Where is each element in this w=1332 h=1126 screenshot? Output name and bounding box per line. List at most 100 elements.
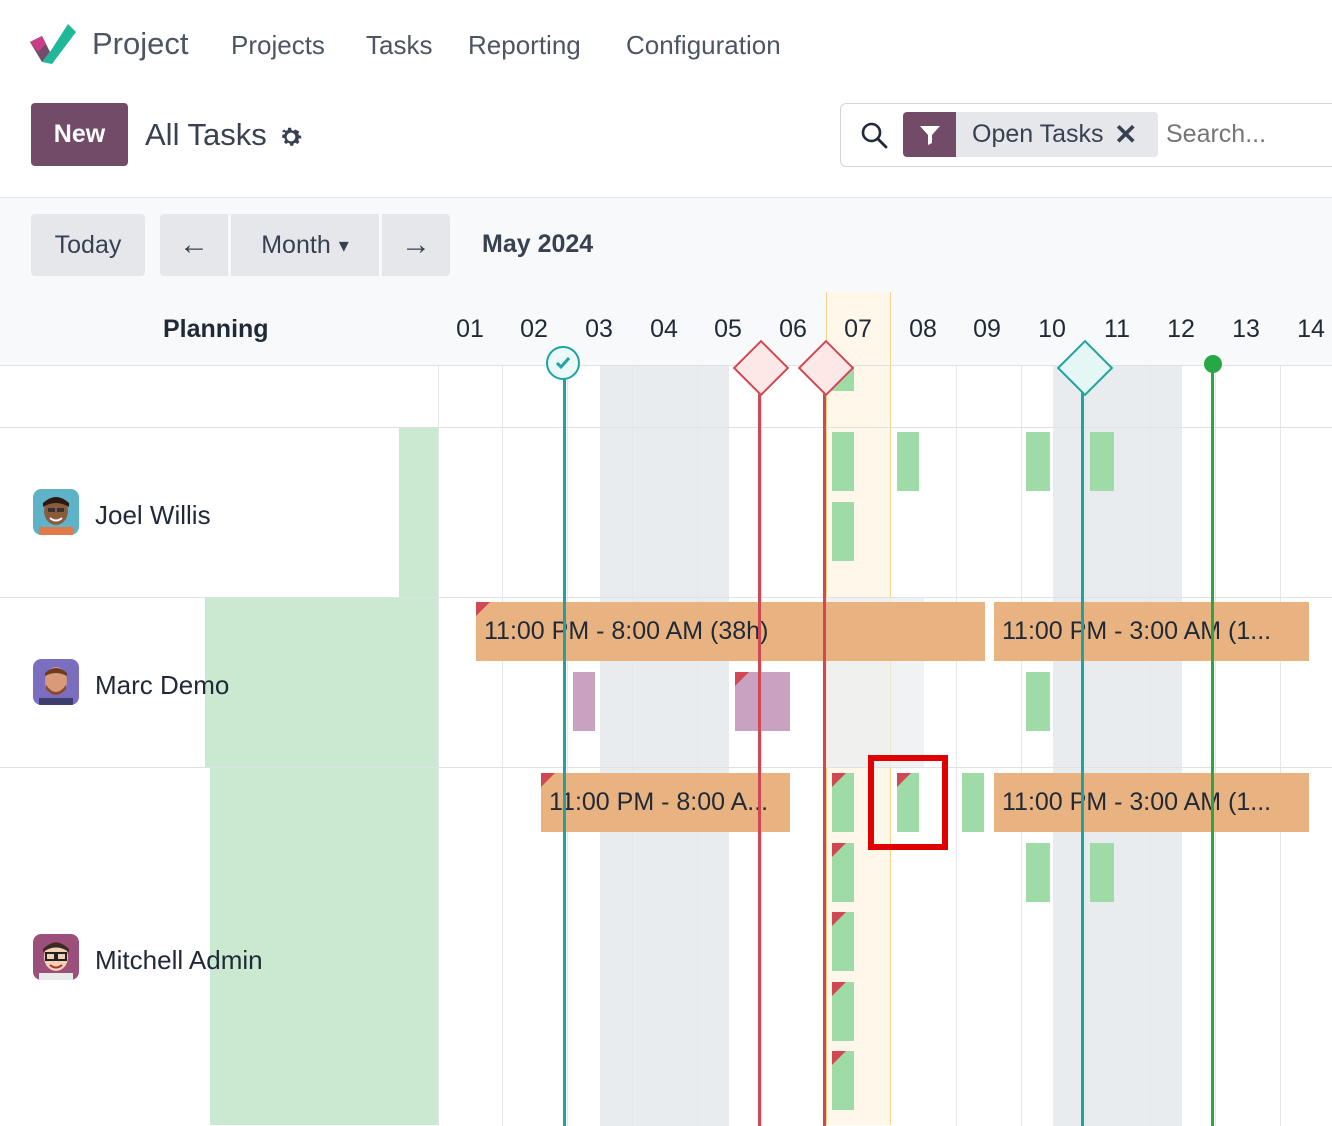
menu-configuration[interactable]: Configuration xyxy=(626,30,781,61)
deadline-flag-icon xyxy=(832,912,846,926)
grid-line xyxy=(1150,366,1151,1126)
deadline-flag-icon xyxy=(476,602,490,616)
today-button[interactable]: Today xyxy=(31,214,145,276)
menu-projects[interactable]: Projects xyxy=(231,30,325,61)
row-divider xyxy=(0,767,1332,768)
task-pill[interactable]: 11:00 PM - 3:00 AM (1... xyxy=(994,602,1309,661)
task-bar[interactable] xyxy=(1090,843,1114,902)
view-title: All Tasks xyxy=(145,117,267,152)
search-icon[interactable] xyxy=(860,121,888,149)
caret-down-icon: ▾ xyxy=(338,234,349,257)
deadline-line xyxy=(758,366,761,1126)
task-bar[interactable] xyxy=(735,672,790,731)
task-bar[interactable] xyxy=(897,432,919,491)
app-name[interactable]: Project xyxy=(92,26,188,62)
day-11: 11 xyxy=(1104,315,1130,343)
day-07: 07 xyxy=(844,315,872,343)
task-bar[interactable] xyxy=(1026,843,1050,902)
deadline-flag-icon xyxy=(735,672,749,686)
planning-header: Planning xyxy=(163,315,269,343)
day-13: 13 xyxy=(1232,315,1260,343)
day-12: 12 xyxy=(1167,315,1195,343)
grid-line xyxy=(697,366,698,1126)
task-bar[interactable] xyxy=(832,773,854,832)
grid-line xyxy=(761,366,762,1126)
milestone-line xyxy=(563,366,566,1126)
workload-bar xyxy=(399,428,438,597)
task-bar[interactable] xyxy=(1090,432,1114,491)
grid-line xyxy=(567,366,568,1126)
prev-period-button[interactable]: ← xyxy=(160,214,228,276)
day-14: 14 xyxy=(1297,315,1325,343)
menu-tasks[interactable]: Tasks xyxy=(366,30,432,61)
check-icon xyxy=(555,357,571,370)
facet-remove-icon[interactable]: ✕ xyxy=(1114,118,1137,151)
user-name: Mitchell Admin xyxy=(95,945,263,975)
grid-line xyxy=(502,366,503,1126)
deadline-flag-icon xyxy=(541,773,555,787)
task-pill-label: 11:00 PM - 8:00 A... xyxy=(549,788,769,816)
deadline-flag-icon xyxy=(832,843,846,857)
period-label: May 2024 xyxy=(482,230,594,258)
avatar-joel-willis xyxy=(33,489,79,535)
project-logo-icon[interactable] xyxy=(28,22,76,66)
row-divider xyxy=(0,427,1332,428)
grid-line xyxy=(438,366,439,1126)
next-period-button[interactable]: → xyxy=(382,214,450,276)
day-09: 09 xyxy=(973,315,1001,343)
user-name: Joel Willis xyxy=(95,500,211,530)
day-06: 06 xyxy=(779,315,807,343)
task-bar[interactable] xyxy=(832,912,854,971)
task-bar[interactable] xyxy=(832,432,854,491)
task-pill[interactable]: 11:00 PM - 3:00 AM (1... xyxy=(994,773,1309,832)
day-08: 08 xyxy=(909,315,937,343)
task-pill-label: 11:00 PM - 3:00 AM (1... xyxy=(1002,617,1272,645)
grid-line xyxy=(1280,366,1281,1126)
day-10: 10 xyxy=(1038,315,1066,343)
day-03: 03 xyxy=(585,315,613,343)
filter-icon xyxy=(903,112,956,157)
facet-label: Open Tasks xyxy=(972,120,1104,148)
deadline-flag-icon xyxy=(832,1051,846,1065)
task-pill[interactable]: 11:00 PM - 8:00 A... xyxy=(541,773,790,832)
task-bar[interactable] xyxy=(962,773,984,832)
grid-line xyxy=(1085,366,1086,1126)
new-button[interactable]: New xyxy=(31,103,128,166)
weekend-column xyxy=(1053,366,1182,1126)
task-bar[interactable] xyxy=(832,843,854,902)
grid-line xyxy=(632,366,633,1126)
milestone-dot-icon[interactable] xyxy=(1204,355,1222,373)
grid-line xyxy=(1021,366,1022,1126)
task-pill-label: 11:00 PM - 8:00 AM (38h) xyxy=(484,617,769,645)
task-bar[interactable] xyxy=(832,1051,854,1110)
task-bar[interactable] xyxy=(832,982,854,1041)
gear-icon[interactable] xyxy=(278,124,304,150)
task-bar[interactable] xyxy=(1026,432,1050,491)
scale-dropdown[interactable]: Month ▾ xyxy=(231,214,379,276)
deadline-flag-icon xyxy=(832,773,846,787)
milestone-line xyxy=(1211,366,1214,1126)
day-01: 01 xyxy=(456,315,484,343)
highlight-box xyxy=(868,755,948,850)
deadline-flag-icon xyxy=(832,982,846,996)
user-name: Marc Demo xyxy=(95,670,230,700)
row-divider xyxy=(0,597,1332,598)
day-04: 04 xyxy=(650,315,678,343)
avatar-mitchell-admin xyxy=(33,934,79,980)
task-bar[interactable] xyxy=(573,672,595,731)
deadline-line xyxy=(823,366,826,1126)
workload-bar xyxy=(205,598,438,767)
task-bar[interactable] xyxy=(1026,672,1050,731)
grid-line xyxy=(1215,366,1216,1126)
weekend-column xyxy=(600,366,729,1126)
day-05: 05 xyxy=(714,315,742,343)
avatar-marc-demo xyxy=(33,659,79,705)
milestone-done-icon[interactable] xyxy=(546,346,580,380)
scale-label: Month xyxy=(261,230,331,259)
search-input[interactable] xyxy=(1166,120,1332,149)
task-pill-label: 11:00 PM - 3:00 AM (1... xyxy=(1002,788,1272,816)
task-pill[interactable]: 11:00 PM - 8:00 AM (38h) xyxy=(476,602,985,661)
grid-line xyxy=(956,366,957,1126)
menu-reporting[interactable]: Reporting xyxy=(468,30,581,61)
task-bar[interactable] xyxy=(832,502,854,561)
